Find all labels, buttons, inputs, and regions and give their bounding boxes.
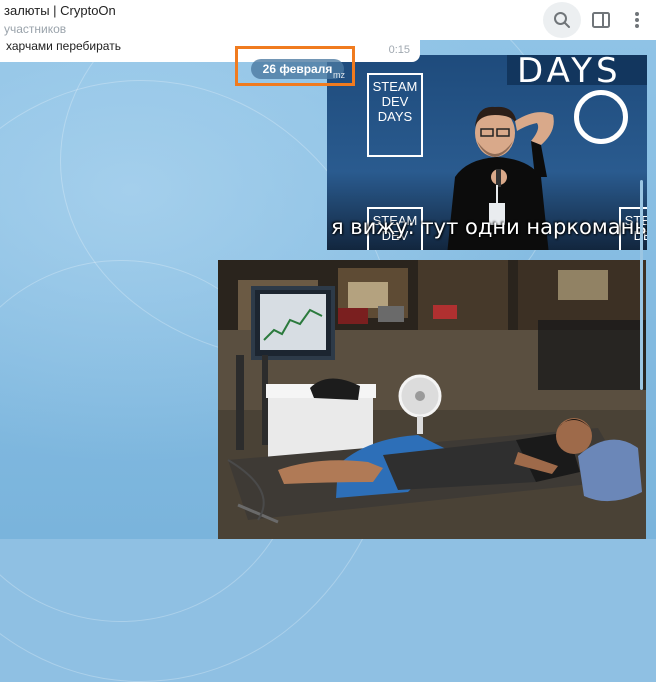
photo-message-steam-dev-days[interactable]: DAYS STEAM DEV DAYS STEAM DEV STEAM DEV <box>327 55 647 250</box>
sidebar-toggle-button[interactable] <box>582 2 620 38</box>
steam-logo <box>574 90 628 144</box>
date-tag: mz <box>333 70 345 80</box>
logo-line: STEAM <box>372 79 418 94</box>
logo-line: DEV <box>381 94 409 109</box>
more-vertical-icon <box>635 12 639 28</box>
sidebar-toggle-icon <box>592 12 610 28</box>
chat-header: залюты | CryptoOn участников <box>0 0 656 40</box>
meme-caption: я вижу: тут одни наркоманы <box>331 215 647 239</box>
search-icon <box>554 12 570 28</box>
street-scene-image <box>218 260 646 539</box>
steam-dev-days-logo: STEAM DEV DAYS <box>367 73 423 157</box>
search-button[interactable] <box>543 2 581 38</box>
date-separator-highlight: 26 февраля mz <box>235 46 355 86</box>
chat-title[interactable]: залюты | CryptoOn <box>4 3 116 18</box>
photo-message-street-scene[interactable] <box>218 260 646 539</box>
chat-member-count: участников <box>4 22 67 36</box>
message-text: харчами перебирать <box>6 39 121 53</box>
logo-line: DAYS <box>377 109 413 124</box>
message-time: 0:15 <box>388 44 410 56</box>
more-menu-button[interactable] <box>618 2 656 38</box>
date-separator[interactable]: 26 февраля <box>251 59 344 79</box>
scrollbar[interactable] <box>640 180 643 390</box>
